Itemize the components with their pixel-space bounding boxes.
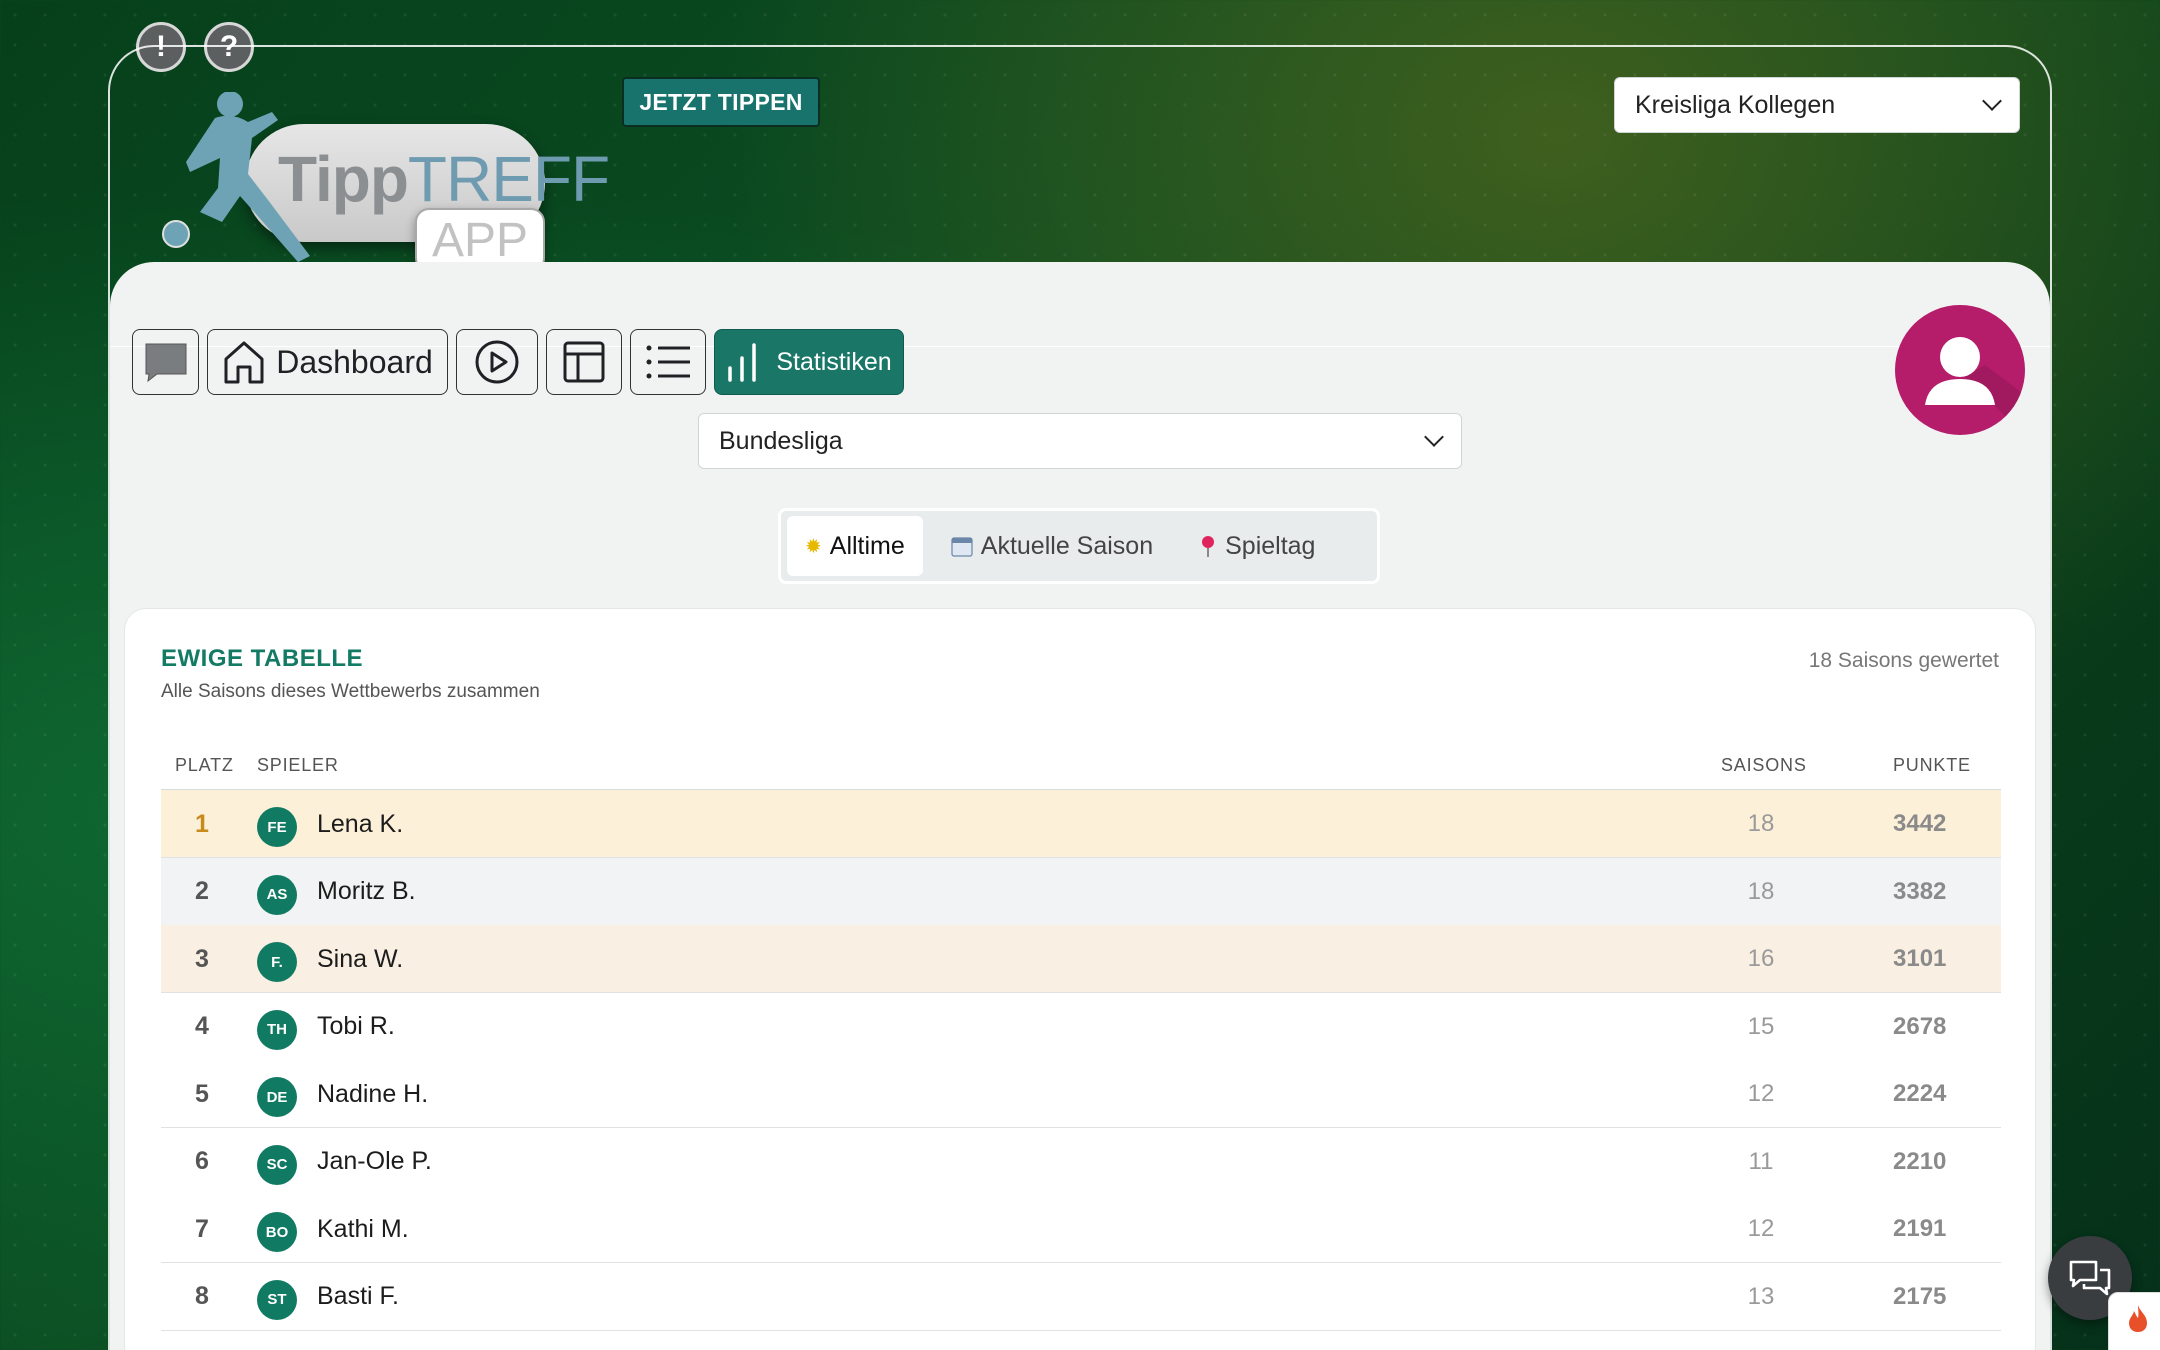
- table-row[interactable]: 4 TH Tobi R. 15 2678: [161, 992, 2001, 1061]
- tab-alltime[interactable]: ✹ Alltime: [787, 516, 923, 576]
- tipptreff-logo[interactable]: TippTREFF APP: [160, 92, 610, 272]
- row-rank: 8: [195, 1282, 209, 1310]
- row-rank: 5: [195, 1079, 209, 1108]
- pin-icon: [1202, 536, 1215, 557]
- speech-bubble-icon: [145, 343, 186, 383]
- row-points: 2191: [1893, 1215, 1947, 1242]
- player-initials-badge: DE: [257, 1077, 297, 1117]
- flame-icon: [2129, 1305, 2147, 1332]
- row-rank: 3: [195, 944, 209, 973]
- row-points: 2224: [1893, 1080, 1947, 1107]
- player-name: Jan-Ole P.: [317, 1147, 432, 1175]
- dashboard-label: Dashboard: [276, 343, 433, 380]
- row-seasons: 15: [1747, 1012, 1775, 1040]
- group-select-value: Kreisliga Kollegen: [1635, 90, 1836, 119]
- row-rank: 2: [195, 877, 209, 905]
- player-name: Sina W.: [317, 944, 404, 973]
- table-subtitle: Alle Saisons dieses Wettbewerbs zusammen: [161, 681, 540, 702]
- sun-icon: ✹: [805, 535, 822, 558]
- play-icon: [475, 340, 519, 384]
- dashboard-nav-button[interactable]: Dashboard: [207, 329, 448, 395]
- player-initials-badge: SC: [257, 1144, 297, 1185]
- tab-matchday[interactable]: Spieltag: [1181, 516, 1333, 576]
- calendar-icon: [951, 537, 973, 557]
- header-platz: PLATZ: [175, 755, 234, 775]
- table-nav-button[interactable]: [546, 329, 622, 395]
- tab-current-season-label: Aktuelle Saison: [980, 531, 1154, 560]
- row-points: 2210: [1893, 1147, 1947, 1175]
- row-seasons: 12: [1747, 1215, 1775, 1242]
- player-initials-badge: AS: [257, 874, 297, 915]
- player-initials-badge: FE: [257, 807, 297, 847]
- statistics-label: Statistiken: [776, 347, 892, 376]
- user-avatar[interactable]: [1895, 305, 2025, 435]
- hot-streak-widget[interactable]: [2108, 1292, 2160, 1350]
- row-seasons: 11: [1748, 1147, 1774, 1175]
- table-header: PLATZ SPIELER SAISONS PUNKTE: [161, 745, 2001, 791]
- seasons-counted: 18 Saisons gewertet: [1808, 649, 1999, 672]
- player-initials-badge: F.: [257, 942, 297, 982]
- row-rank: 1: [195, 809, 209, 838]
- tab-current-season[interactable]: Aktuelle Saison: [933, 516, 1171, 576]
- row-points: 2678: [1893, 1012, 1947, 1040]
- tip-now-button[interactable]: JETZT TIPPEN: [622, 77, 820, 127]
- row-seasons: 16: [1747, 945, 1775, 972]
- chevron-down-icon: [1424, 427, 1444, 447]
- row-rank: 6: [195, 1147, 209, 1175]
- player-name: Basti F.: [317, 1282, 399, 1310]
- row-seasons: 18: [1747, 810, 1775, 837]
- list-icon: [646, 345, 690, 379]
- row-seasons: 12: [1747, 1080, 1775, 1107]
- table-row[interactable]: 7 BO Kathi M. 12 2191: [161, 1195, 2001, 1263]
- player-initials-badge: TH: [257, 1009, 297, 1050]
- row-points: 3442: [1893, 810, 1947, 837]
- statistics-nav-button[interactable]: Statistiken: [714, 329, 904, 395]
- table-icon: [563, 341, 605, 383]
- row-rank: 4: [195, 1012, 209, 1040]
- tab-alltime-label: Alltime: [829, 531, 905, 560]
- table-row[interactable]: 1 FE Lena K. 18 3442: [161, 790, 2001, 858]
- competition-select[interactable]: Bundesliga: [698, 413, 1462, 469]
- tab-matchday-label: Spieltag: [1225, 531, 1316, 560]
- list-nav-button[interactable]: [630, 329, 706, 395]
- row-seasons: 18: [1747, 877, 1775, 905]
- stats-tabs: ✹ Alltime Aktuelle Saison Spieltag: [778, 508, 1380, 584]
- logo-wordmark: TippTREFF: [278, 143, 610, 215]
- player-name: Moritz B.: [317, 877, 416, 905]
- football-player-icon: [162, 92, 310, 262]
- group-select[interactable]: Kreisliga Kollegen: [1614, 77, 2020, 133]
- player-name: Nadine H.: [317, 1079, 429, 1108]
- bar-chart-icon: [728, 343, 757, 382]
- header-saisons: SAISONS: [1721, 755, 1807, 775]
- header-punkte: PUNKTE: [1893, 755, 1971, 775]
- table-row[interactable]: 3 F. Sina W. 16 3101: [161, 925, 2001, 993]
- table-row[interactable]: 6 SC Jan-Ole P. 11 2210: [161, 1127, 2001, 1196]
- header-spieler: SPIELER: [257, 755, 339, 775]
- table-row[interactable]: 5 DE Nadine H. 12 2224: [161, 1060, 2001, 1128]
- row-rank: 7: [195, 1214, 209, 1243]
- row-seasons: 13: [1747, 1282, 1775, 1310]
- alltime-table-card: EWIGE TABELLE Alle Saisons dieses Wettbe…: [124, 608, 2036, 1350]
- table-row[interactable]: 8 ST Basti F. 13 2175: [161, 1262, 2001, 1331]
- user-silhouette-icon: [1925, 337, 2025, 435]
- row-points: 2175: [1893, 1282, 1947, 1310]
- play-nav-button[interactable]: [456, 329, 538, 395]
- chat-nav-button[interactable]: [132, 329, 199, 395]
- home-icon: [224, 341, 264, 384]
- competition-select-value: Bundesliga: [719, 426, 843, 455]
- player-initials-badge: BO: [257, 1212, 297, 1252]
- player-name: Tobi R.: [317, 1012, 395, 1040]
- row-points: 3101: [1893, 945, 1947, 972]
- player-initials-badge: ST: [257, 1279, 297, 1320]
- table-row[interactable]: 2 AS Moritz B. 18 3382: [161, 857, 2001, 926]
- row-points: 3382: [1893, 877, 1947, 905]
- table-title: EWIGE TABELLE: [161, 645, 364, 672]
- chevron-down-icon: [1982, 91, 2002, 111]
- chat-bubbles-icon: [2069, 1260, 2111, 1296]
- player-name: Lena K.: [317, 809, 404, 838]
- player-name: Kathi M.: [317, 1214, 409, 1243]
